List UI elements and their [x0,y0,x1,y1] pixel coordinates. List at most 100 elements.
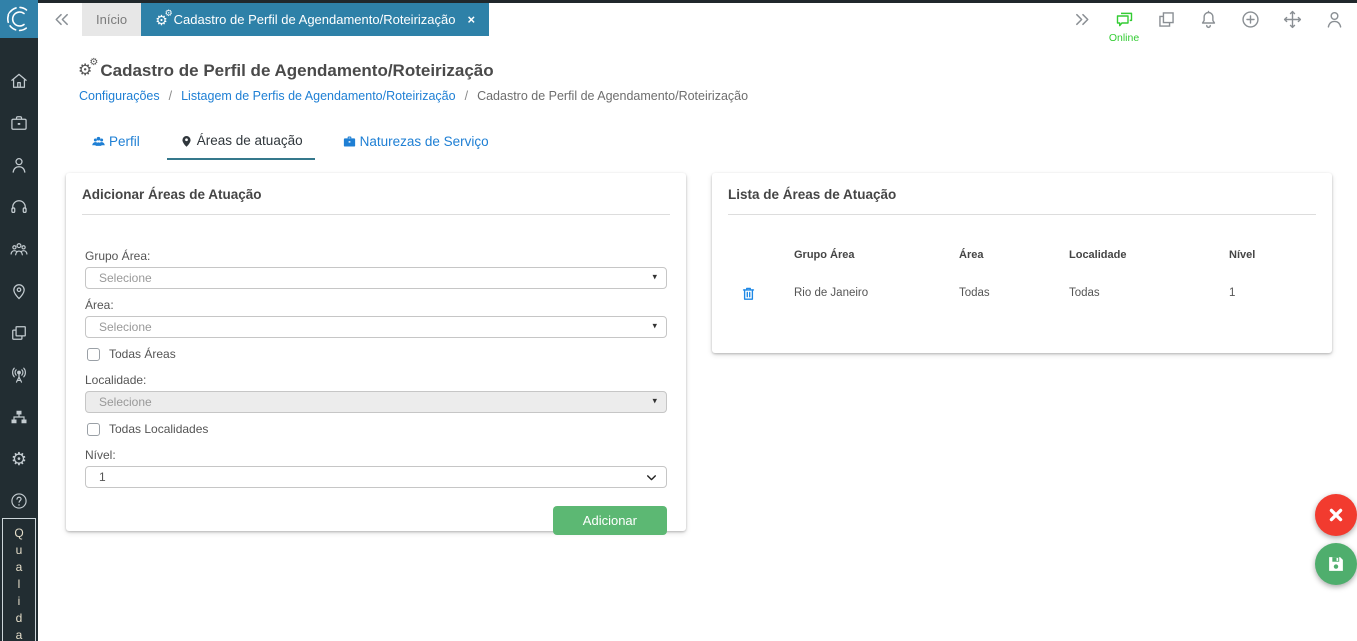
chat-online-button[interactable]: Online [1109,7,1139,44]
quality-side-panel-tab[interactable]: Qualidad [2,518,36,641]
tab-close-icon[interactable]: × [467,12,475,27]
chevron-down-icon [647,475,656,481]
main-content: ⚙ ⚙ Cadastro de Perfil de Agendamento/Rot… [38,39,1357,641]
user-profile-button[interactable] [1321,7,1347,33]
todas-areas-label: Todas Áreas [109,347,176,361]
cell-area: Todas [959,287,990,299]
localidade-label: Localidade: [85,373,147,387]
grupo-area-select[interactable]: Selecione ▾ [85,267,667,289]
sitemap-icon [11,410,27,424]
quality-vertical-label: Qualidad [12,526,26,641]
tab-naturezas-de-servico[interactable]: Naturezas de Serviço [330,129,501,160]
sidebar-item-help[interactable] [0,480,38,522]
home-icon [11,73,27,88]
briefcase-icon [11,116,27,130]
sidebar-item-windows[interactable] [0,312,38,354]
collapse-tabs-button[interactable] [51,9,72,30]
map-marker-icon [182,136,191,147]
tab-perfil-label: Perfil [109,134,140,149]
sidebar-item-headset[interactable] [0,186,38,228]
delete-row-button[interactable] [728,284,790,303]
sidebar-item-broadcast[interactable] [0,354,38,396]
sidebar: ⚙ Qualidad [0,0,38,641]
adicionar-button[interactable]: Adicionar [552,506,667,535]
caret-down-icon: ▾ [652,395,657,406]
app-window: ⚙ Qualidad Início ⚙ ⚙ Cadastro de Perfil … [0,0,1357,641]
cards-row: Adicionar Áreas de Atuação Grupo Área: S… [66,173,1357,535]
breadcrumb-separator: / [464,89,469,103]
double-chevron-left-icon [55,13,68,26]
sidebar-item-map-marker[interactable] [0,270,38,312]
chat-icon [1116,12,1132,27]
move-arrows-icon [1283,10,1301,29]
breadcrumb-configuracoes[interactable]: Configurações [79,89,160,103]
fast-forward-button[interactable] [1069,7,1095,33]
col-nivel: Nível [1229,249,1256,261]
todas-areas-row: Todas Áreas [87,347,667,361]
todas-localidades-row: Todas Localidades [87,422,667,436]
caret-down-icon: ▾ [652,271,657,282]
sidebar-item-briefcase[interactable] [0,102,38,144]
sidebar-item-sitemap[interactable] [0,396,38,438]
grupo-area-value: Selecione [99,271,152,285]
double-chevron-right-icon [1075,13,1088,26]
lista-areas-title: Lista de Áreas de Atuação [728,187,897,202]
todas-areas-checkbox[interactable] [87,347,100,361]
help-icon [11,493,27,509]
sidebar-item-user[interactable] [0,144,38,186]
tab-areas-de-atuacao[interactable]: Áreas de atuação [166,129,315,160]
app-logo[interactable] [0,0,38,38]
grupo-area-label: Grupo Área: [85,249,151,263]
users-icon [92,136,105,146]
nivel-select[interactable]: 1 [85,466,667,488]
topbar: Início ⚙ ⚙ Cadastro de Perfil de Agendame… [38,0,1357,44]
tab-areas-label: Áreas de atuação [196,133,303,148]
breadcrumb-separator: / [168,89,173,103]
breadcrumb-listagem[interactable]: Listagem de Perfis de Agendamento/Roteir… [181,89,455,103]
notifications-button[interactable] [1195,7,1221,33]
cancel-fab-button[interactable] [1315,494,1357,536]
tab-cadastro-perfil[interactable]: ⚙ ⚙ Cadastro de Perfil de Agendamento/Rot… [141,3,490,36]
col-actions [728,249,790,261]
trash-icon [742,287,755,300]
user-icon [12,158,26,173]
headset-icon [11,200,27,214]
breadcrumb-current: Cadastro de Perfil de Agendamento/Roteir… [477,89,749,103]
add-areas-panel: Adicionar Áreas de Atuação Grupo Área: S… [66,173,686,535]
person-icon [1327,11,1341,28]
map-marker-icon [13,284,25,300]
form-actions: Adicionar [85,506,667,535]
close-icon [1329,508,1343,522]
tab-naturezas-label: Naturezas de Serviço [359,134,489,149]
bell-icon [1201,10,1215,28]
tab-inicio[interactable]: Início [82,3,142,36]
sidebar-item-settings[interactable]: ⚙ [0,438,38,480]
cell-nivel: 1 [1229,287,1236,299]
page-cogs-icon: ⚙ ⚙ [78,57,99,79]
localidade-value: Selecione [99,395,152,409]
save-fab-button[interactable] [1315,543,1357,585]
nivel-label: Nível: [85,448,116,462]
cogs-icon: ⚙ ⚙ [155,7,173,28]
sidebar-item-home[interactable] [0,60,38,102]
table-row: Rio de Janeiro Todas Todas 1 [728,273,1316,313]
col-area: Área [959,249,984,261]
add-button[interactable] [1237,7,1263,33]
copy-icon [1158,12,1174,27]
area-label: Área: [85,298,114,312]
localidade-select[interactable]: Selecione ▾ [85,391,667,413]
tab-perfil[interactable]: Perfil [79,129,152,160]
cell-localidade: Todas [1069,287,1100,299]
caret-down-icon: ▾ [652,320,657,331]
briefcase-icon [343,136,355,147]
copy-windows-button[interactable] [1153,7,1179,33]
area-select[interactable]: Selecione ▾ [85,316,667,338]
move-button[interactable] [1279,7,1305,33]
sidebar-item-user-group[interactable] [0,228,38,270]
plus-circle-icon [1241,11,1259,28]
col-localidade: Localidade [1069,249,1127,261]
user-group-icon [10,243,28,256]
todas-localidades-label: Todas Localidades [109,422,209,436]
todas-localidades-checkbox[interactable] [87,422,100,436]
sidebar-nav: ⚙ [0,38,38,522]
